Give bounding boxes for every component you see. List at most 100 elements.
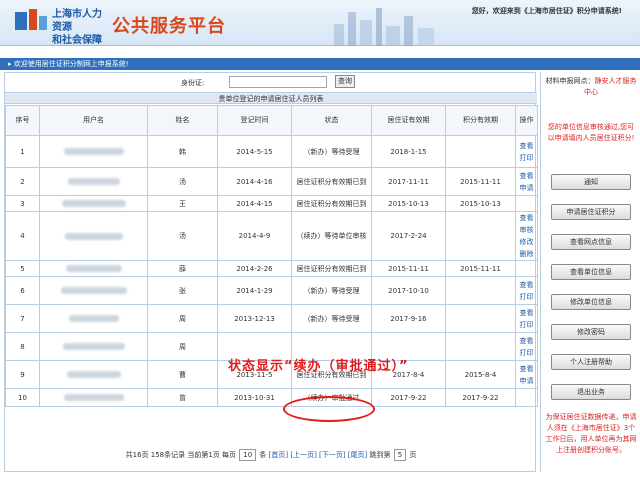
blurred-username	[68, 315, 119, 322]
blurred-username	[65, 265, 122, 272]
blurred-username	[63, 148, 124, 155]
row-action-link[interactable]: 查看	[517, 140, 537, 152]
row-reg-time: 2014-5-15	[217, 135, 292, 168]
row-ops	[515, 260, 538, 277]
edit-unit-info-button[interactable]: 修改单位信息	[551, 294, 631, 310]
row-username-blurred	[39, 360, 148, 389]
row-status: （续办）等待单位审核	[291, 211, 372, 261]
table-row: 1 韩 2014-5-15 （新办）等待受理 2018-1-15 查看 打印	[5, 135, 538, 168]
row-reg-time: 2013-10-31	[217, 388, 292, 407]
status-annotation: 状态显示“续办（审批通过）”	[228, 359, 409, 374]
prev-page-link[interactable]: [上一页]	[290, 451, 316, 459]
row-action-link[interactable]: 申请	[517, 375, 537, 387]
row-action-link[interactable]: 查看	[517, 307, 537, 319]
view-unit-info-button[interactable]: 查看单位信息	[551, 264, 631, 280]
row-username-blurred	[39, 332, 148, 361]
row-ops: 查看 申请	[515, 360, 538, 389]
main-panel: 身份证: 查询 贵单位登记的申请居住证人员列表 序号 用户名 姓名 登记时间 状…	[4, 72, 538, 472]
row-residence-validity: 2015-10-13	[371, 195, 446, 212]
row-action-link[interactable]: 申请	[517, 182, 537, 194]
col-header-no: 序号	[5, 105, 40, 136]
page-header: 上海市人力资源 和社会保障 公共服务平台 您好，欢迎来到《上海市居住证》积分申请…	[0, 0, 640, 46]
row-ops: 查看 打印	[515, 135, 538, 168]
view-service-point-button[interactable]: 查看网点信息	[551, 234, 631, 250]
col-header-reg-time: 登记时间	[217, 105, 292, 136]
row-name: 曹	[147, 360, 218, 389]
pager-summary: 共16页 158条记录 当前第1页 每页	[125, 451, 237, 459]
row-action-link[interactable]: 查看	[517, 279, 537, 291]
row-residence-validity: 2017-11-11	[371, 167, 446, 196]
search-button[interactable]: 查询	[335, 75, 355, 88]
row-action-link[interactable]: 审核	[517, 224, 537, 236]
first-page-link[interactable]: [首页]	[269, 451, 288, 459]
blurred-username	[63, 394, 124, 401]
row-residence-validity: 2015-11-11	[371, 260, 446, 277]
row-no: 10	[5, 388, 40, 407]
service-point-label: 材料申报网点：	[545, 77, 595, 85]
right-sidebar: 材料申报网点：静安人才服务中心 您的单位信息审核通过,您可以申请填内人员居住证积…	[540, 72, 638, 472]
row-no: 4	[5, 211, 40, 261]
next-page-link[interactable]: [下一页]	[319, 451, 345, 459]
row-action-link[interactable]: 查看	[517, 213, 537, 225]
row-ops: 查看 申请	[515, 167, 538, 196]
row-name: 周	[147, 332, 218, 361]
row-ops: 查看 审核 修改 删除	[515, 211, 538, 261]
row-name: 韩	[147, 135, 218, 168]
row-ops: 查看 打印	[515, 332, 538, 361]
per-page-input[interactable]: 10	[239, 449, 257, 461]
row-residence-validity: 2017-9-22	[371, 388, 446, 407]
row-action-link[interactable]: 修改	[517, 236, 537, 248]
row-reg-time: 2014-4-9	[217, 211, 292, 261]
data-transfer-hint: 为保证居住证数据传递，申请人须在《上海市居住证》3个工作日后，用人单位再为其网上…	[545, 413, 637, 454]
col-header-name: 姓名	[147, 105, 218, 136]
row-username-blurred	[39, 167, 148, 196]
row-status: 居住证积分有效期已到	[291, 167, 372, 196]
change-password-button[interactable]: 修改密码	[551, 324, 631, 340]
row-points-validity: 2015-11-11	[445, 167, 516, 196]
row-name: 薛	[147, 260, 218, 277]
row-action-link[interactable]: 查看	[517, 170, 537, 182]
row-points-validity: 2017-9-22	[445, 388, 516, 407]
registration-help-button[interactable]: 个人注册帮助	[551, 354, 631, 370]
row-username-blurred	[39, 260, 148, 277]
city-skyline-icon	[334, 8, 434, 46]
row-username-blurred	[39, 195, 148, 212]
table-row: 10 曾 2013-10-31 （续办）审批通过 2017-9-22 2017-9-22	[5, 388, 538, 407]
row-reg-time: 2014-4-16	[217, 167, 292, 196]
row-reg-time: 2014-4-15	[217, 195, 292, 212]
row-ops	[515, 195, 538, 212]
org-name: 上海市人力资源 和社会保障	[52, 9, 102, 46]
row-action-link[interactable]: 打印	[517, 347, 537, 359]
row-name: 周	[147, 304, 218, 333]
row-action-link[interactable]: 删除	[517, 248, 537, 260]
row-name: 汤	[147, 211, 218, 261]
row-ops: 查看 打印	[515, 304, 538, 333]
row-status: 居住证积分有效期已到	[291, 195, 372, 212]
row-action-link[interactable]: 查看	[517, 335, 537, 347]
pagination: 共16页 158条记录 当前第1页 每页 10 条 [首页] [上一页] [下一…	[5, 445, 537, 465]
goto-page-input[interactable]: 5	[393, 449, 407, 461]
row-action-link[interactable]: 打印	[517, 319, 537, 331]
logout-button[interactable]: 退出业务	[551, 384, 631, 400]
id-card-input[interactable]	[229, 76, 327, 88]
id-card-label: 身份证:	[181, 79, 205, 87]
last-page-link[interactable]: [尾页]	[348, 451, 367, 459]
row-username-blurred	[39, 135, 148, 168]
row-name: 王	[147, 195, 218, 212]
row-no: 6	[5, 276, 40, 305]
row-residence-validity: 2018-1-15	[371, 135, 446, 168]
table-row: 5 薛 2014-2-26 居住证积分有效期已到 2015-11-11 2015-11-1…	[5, 260, 538, 277]
blurred-username	[61, 200, 126, 207]
table-row: 6 张 2014-1-29 （新办）等待受理 2017-10-10 查看 打印	[5, 276, 538, 305]
row-status: （新办）等待受理	[291, 304, 372, 333]
apply-points-button[interactable]: 申请居住证积分	[551, 204, 631, 220]
row-username-blurred	[39, 304, 148, 333]
row-no: 8	[5, 332, 40, 361]
row-status: （新办）等待受理	[291, 276, 372, 305]
row-action-link[interactable]: 查看	[517, 363, 537, 375]
row-points-validity	[445, 211, 516, 261]
notice-button[interactable]: 通知	[551, 174, 631, 190]
service-point-hint: 材料申报网点：静安人才服务中心	[545, 76, 637, 98]
row-action-link[interactable]: 打印	[517, 152, 537, 164]
row-action-link[interactable]: 打印	[517, 291, 537, 303]
